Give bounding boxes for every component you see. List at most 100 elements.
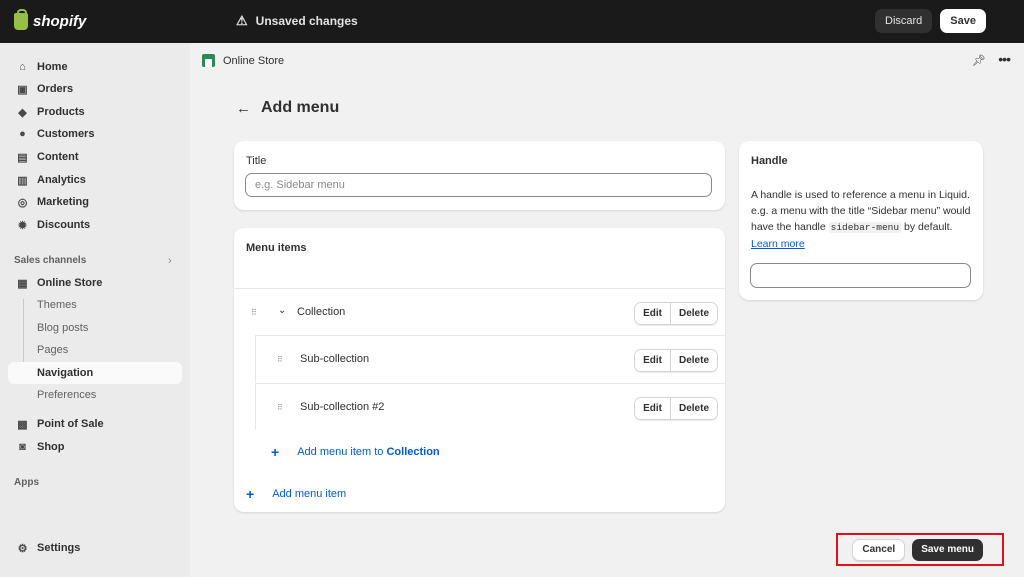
warning-icon: ⚠ [236,13,248,28]
sidebar-item-settings[interactable]: ⚙ Settings [8,537,182,559]
drag-handle-icon[interactable]: ⠿ [277,355,283,364]
sidebar-subitem-navigation[interactable]: Navigation [8,362,182,384]
sidebar-item-label: Content [37,151,79,163]
page-title-row: ← Add menu [236,99,339,117]
add-menu-item-link[interactable]: + Add menu item [246,486,346,502]
sidebar-item-label: Marketing [37,196,89,208]
sidebar-subitem-preferences[interactable]: Preferences [36,385,182,405]
menu-item-label: Collection [297,306,346,318]
delete-button[interactable]: Delete [669,303,717,324]
title-input[interactable] [245,173,712,197]
add-nested-prefix: Add menu item to [297,446,384,458]
handle-text-2: by default. [904,221,953,233]
sidebar-item-label: Analytics [37,174,86,186]
sidebar-item-discounts[interactable]: ✹ Discounts [8,214,182,236]
plus-icon: + [246,486,255,502]
menu-item-row: ⠿ ⌄ Collection Edit Delete [234,288,725,335]
sidebar-subitem-pages[interactable]: Pages [36,340,182,360]
more-icon[interactable]: ••• [998,51,1011,67]
add-menu-item-text: Add menu item [272,488,347,500]
delete-button[interactable]: Delete [669,398,717,419]
sidebar-item-label: Discounts [37,219,91,231]
sidebar-item-customers[interactable]: ● Customers [8,123,182,145]
sidebar-item-label: Settings [37,542,81,554]
sidebar-item-shop[interactable]: ◙ Shop [8,436,182,458]
top-actions: Discard Save [875,9,986,33]
back-arrow-icon[interactable]: ← [236,100,251,117]
plus-icon: + [271,444,280,460]
menu-items-card: Menu items ⠿ ⌄ Collection Edit Delete ⠿ … [234,228,725,512]
edit-button[interactable]: Edit [635,398,670,419]
apps-label: Apps [14,477,39,488]
menu-items-heading: Menu items [246,242,307,254]
sidebar-item-label: Products [37,106,85,118]
sidebar-item-marketing[interactable]: ◎ Marketing [8,191,182,213]
page-title: Add menu [261,99,340,116]
sidebar-item-label: Online Store [37,277,103,289]
unsaved-changes-text: Unsaved changes [255,14,358,28]
edit-button[interactable]: Edit [635,350,670,371]
subnav-connector [23,299,24,367]
sidebar-item-content[interactable]: ▤ Content [8,146,182,168]
logo-text: shopify [33,13,87,30]
sidebar-item-label: Shop [37,441,65,453]
storefront-icon: ▦ [17,277,28,290]
handle-code-example: sidebar-menu [828,222,902,233]
shopify-logo[interactable]: shopify [14,9,87,30]
bottom-actions: Cancel Save menu [836,533,1004,566]
content-icon: ▤ [17,151,28,164]
chevron-right-icon[interactable]: › [168,255,172,267]
sidebar-item-point-of-sale[interactable]: ▩ Point of Sale [8,413,182,435]
app-title: Online Store [223,55,285,67]
sidebar-item-home[interactable]: ⌂ Home [8,56,182,78]
sidebar-item-online-store[interactable]: ▦ Online Store [8,272,182,294]
sidebar-subitem-blog-posts[interactable]: Blog posts [36,318,182,338]
add-nested-menu-item-link[interactable]: + Add menu item to Collection [271,444,440,460]
menu-item-row: ⠿ Sub-collection #2 Edit Delete [255,383,725,430]
row-actions: Edit Delete [634,302,718,325]
gear-icon: ⚙ [17,542,28,555]
row-actions: Edit Delete [634,349,718,372]
handle-input[interactable] [750,263,971,288]
sales-channels-label: Sales channels [14,255,87,266]
tag-icon: ◆ [18,106,27,119]
drag-handle-icon[interactable]: ⠿ [251,308,257,317]
pos-icon: ▩ [17,418,28,431]
unsaved-changes-indicator: ⚠ Unsaved changes [236,13,358,29]
sidebar-item-label: Orders [37,83,74,95]
cancel-button[interactable]: Cancel [852,538,906,561]
handle-description: A handle is used to reference a menu in … [751,187,973,252]
orders-icon: ▣ [17,83,28,96]
save-button[interactable]: Save [940,9,986,33]
learn-more-link[interactable]: Learn more [751,238,805,250]
title-card: Title [234,141,725,210]
handle-heading: Handle [751,155,788,167]
row-actions: Edit Delete [634,397,718,420]
sidebar-item-products[interactable]: ◆ Products [8,101,182,123]
top-bar: shopify ⚠ Unsaved changes Discard Save [0,0,1024,43]
add-nested-target: Collection [386,446,440,458]
sidebar-item-orders[interactable]: ▣ Orders [8,78,182,100]
drag-handle-icon[interactable]: ⠿ [277,403,283,412]
discard-button[interactable]: Discard [875,9,933,33]
online-store-icon [202,54,215,67]
menu-item-label: Sub-collection #2 [300,401,385,413]
delete-button[interactable]: Delete [669,350,717,371]
home-icon: ⌂ [19,61,26,73]
person-icon: ● [19,128,26,140]
save-menu-button[interactable]: Save menu [912,538,983,561]
app-header: Online Store 📌︎ ••• [190,43,1024,79]
sidebar-item-analytics[interactable]: ▥ Analytics [8,169,182,191]
sidebar-item-label: Point of Sale [37,418,104,430]
title-label: Title [246,155,267,167]
chevron-down-icon[interactable]: ⌄ [278,305,286,316]
edit-button[interactable]: Edit [635,303,670,324]
discount-icon: ✹ [17,219,28,232]
sidebar-item-label: Home [37,61,68,73]
bar-chart-icon: ▥ [17,174,28,187]
sidebar: ⌂ Home ▣ Orders ◆ Products ● Customers ▤… [0,43,190,577]
sidebar-subitem-themes[interactable]: Themes [36,295,182,315]
handle-card: Handle A handle is used to reference a m… [739,141,983,300]
menu-item-label: Sub-collection [300,353,370,365]
pin-icon[interactable]: 📌︎ [972,54,986,67]
